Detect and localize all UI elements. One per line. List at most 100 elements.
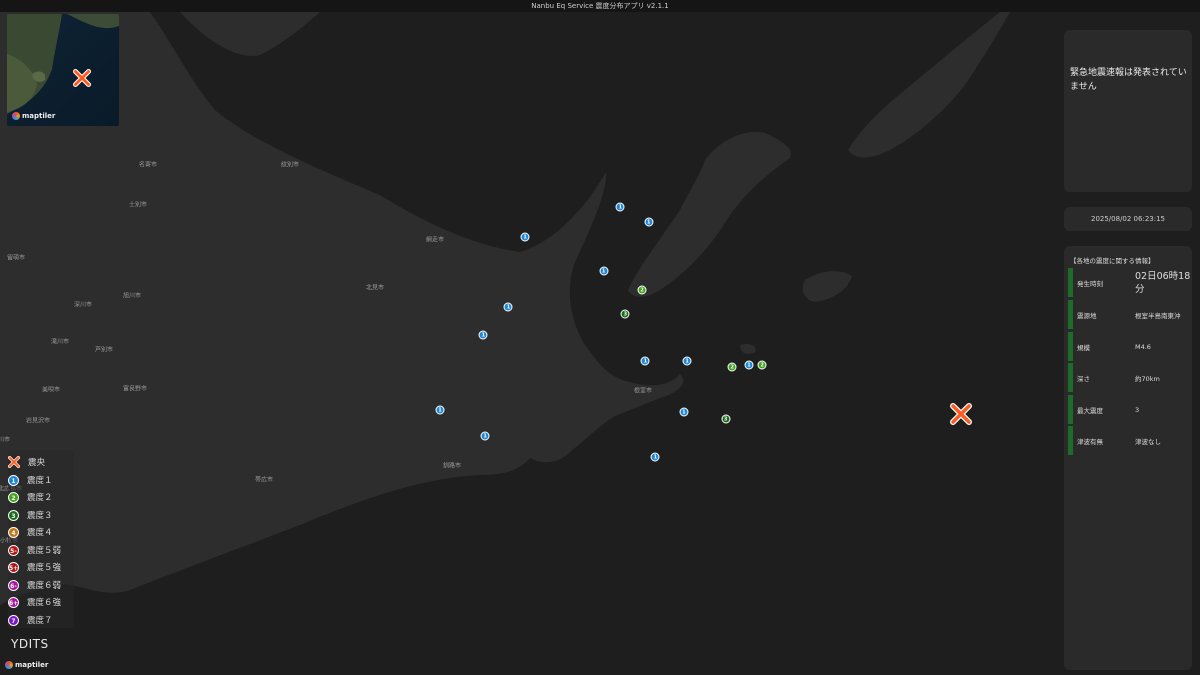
city-label: 深川市: [73, 301, 93, 309]
station-intensity-marker[interactable]: 2: [637, 285, 647, 295]
legend-item-int6p: 6+ 震度６強: [8, 595, 61, 609]
info-row-label: 規模: [1077, 343, 1090, 352]
station-intensity-marker[interactable]: 1: [503, 302, 513, 312]
city-label: 旭川市: [122, 292, 142, 300]
info-row-accent-bar: [1068, 300, 1073, 329]
city-label: 士別市: [128, 201, 148, 209]
minimap-epicenter-x-icon: [73, 69, 91, 87]
station-intensity-marker[interactable]: 1: [520, 232, 530, 242]
city-label: 岩見沢市: [25, 417, 51, 425]
station-intensity-marker[interactable]: 1: [435, 405, 445, 415]
current-datetime: 2025/08/02 06:23:15: [1090, 215, 1165, 223]
station-intensity-marker[interactable]: 1: [744, 360, 754, 370]
window-title: Nanbu Eq Service 震度分布アプリ v2.1.1: [0, 0, 1200, 12]
legend-item-int7: 7 震度７: [8, 613, 53, 627]
station-intensity-marker[interactable]: 1: [640, 356, 650, 366]
maptiler-logo-text: maptiler: [22, 112, 56, 120]
station-intensity-marker[interactable]: 1: [480, 431, 490, 441]
city-label: 滝川市: [50, 338, 70, 346]
quake-info-row: 深さ 約70km: [1068, 363, 1190, 392]
legend-item-int3: 3 震度３: [8, 508, 53, 522]
info-row-label: 震源地: [1077, 311, 1097, 320]
city-label: 釧路市: [442, 462, 462, 470]
info-row-value: 根室半島南東沖: [1135, 311, 1181, 320]
legend-item-int5m: 5- 震度５弱: [8, 543, 61, 557]
legend-intensity-badge-icon: 2: [8, 491, 19, 503]
city-label: 美唄市: [41, 386, 61, 394]
map-maptiler-logo[interactable]: maptiler: [5, 661, 48, 669]
legend-item-int2: 2 震度２: [8, 490, 53, 504]
legend-item-label: 震度６弱: [27, 581, 62, 591]
station-intensity-marker[interactable]: 2: [727, 362, 737, 372]
info-row-accent-bar: [1068, 426, 1073, 455]
legend-item-label: 震度７: [27, 616, 53, 626]
legend-intensity-badge-icon: 1: [8, 474, 19, 486]
info-row-accent-bar: [1068, 332, 1073, 361]
station-intensity-marker[interactable]: 1: [679, 407, 689, 417]
city-label: 富良野市: [122, 385, 148, 393]
station-intensity-marker[interactable]: 1: [478, 330, 488, 340]
info-row-accent-bar: [1068, 395, 1073, 424]
legend-intensity-badge-icon: 3: [8, 509, 19, 521]
info-row-accent-bar: [1068, 268, 1073, 297]
legend-intensity-badge-icon: 6-: [8, 579, 19, 591]
quake-info-row: 津波有無 津波なし: [1068, 426, 1190, 455]
legend-item-label: 震度２: [27, 493, 53, 503]
legend-item-int6m: 6- 震度６弱: [8, 578, 61, 592]
eew-panel: [1064, 30, 1192, 192]
legend-item-label: 震度６強: [27, 598, 62, 608]
legend-item-int4: 4 震度４: [8, 525, 53, 539]
city-label: 北見市: [365, 284, 385, 292]
legend-item-label: 震度１: [27, 476, 53, 486]
legend-item-label: 震度５強: [27, 563, 62, 573]
city-label: 芦別市: [94, 346, 114, 354]
info-row-value: 約70km: [1135, 374, 1160, 383]
station-intensity-marker[interactable]: 1: [682, 356, 692, 366]
legend-intensity-badge-icon: 5-: [8, 544, 19, 556]
info-row-accent-bar: [1068, 363, 1073, 392]
station-intensity-marker[interactable]: 1: [599, 266, 609, 276]
city-label: 留萌市: [6, 254, 26, 262]
station-intensity-marker[interactable]: 1: [644, 217, 654, 227]
eew-message: 緊急地震速報は発表されていません: [1070, 68, 1187, 92]
minimap-epicenter-marker: [73, 69, 91, 91]
city-label: 紋別市: [280, 161, 300, 169]
legend-item-int5p: 5+ 震度５強: [8, 560, 61, 574]
legend-item-label: 震度３: [27, 511, 53, 521]
station-intensity-marker[interactable]: 2: [757, 360, 767, 370]
station-intensity-marker[interactable]: 3: [721, 414, 731, 424]
info-row-label: 深さ: [1077, 374, 1090, 383]
overview-minimap[interactable]: maptiler: [7, 14, 119, 126]
quake-info-row: 規模 M4.6: [1068, 332, 1190, 361]
info-row-value: 津波なし: [1135, 437, 1161, 446]
maptiler-logo-icon: [12, 112, 20, 120]
station-intensity-marker[interactable]: 1: [615, 202, 625, 212]
epicenter-x-icon: [950, 403, 973, 426]
minimap-maptiler-logo[interactable]: maptiler: [12, 112, 55, 120]
legend-item-label: 震央: [28, 458, 46, 468]
brand-label: YDITS: [11, 637, 49, 651]
quake-info-row: 発生時刻 02日06時18分: [1068, 268, 1190, 297]
info-row-value: 3: [1135, 405, 1140, 414]
station-intensity-marker[interactable]: 3: [620, 309, 630, 319]
quake-info-row: 震源地 根室半島南東沖: [1068, 300, 1190, 329]
legend-intensity-badge-icon: 7: [8, 614, 19, 626]
intensity-map[interactable]: 名寄市 紋別市 士別市 網走市 留萌市 北見市 深川市 旭川市 滝川市 芦別市 美唄市 富良野市 岩見沢…: [0, 12, 1200, 675]
info-row-label: 発生時刻: [1077, 279, 1103, 288]
station-intensity-marker[interactable]: 1: [650, 452, 660, 462]
quake-info-row: 最大震度 3: [1068, 395, 1190, 424]
map-basemap: [0, 12, 1200, 675]
legend-intensity-badge-icon: 5+: [8, 561, 19, 573]
city-label: 網走市: [425, 236, 445, 244]
legend-intensity-badge-icon: 6+: [8, 596, 19, 608]
maptiler-logo-text: maptiler: [15, 661, 49, 669]
city-label: 帯広市: [254, 476, 274, 484]
legend-intensity-badge-icon: 4: [8, 526, 19, 538]
legend-item-label: 震度４: [27, 528, 53, 538]
legend-epicenter-x-icon: [8, 456, 20, 468]
epicenter-marker[interactable]: [950, 403, 973, 429]
city-label: 川市: [0, 436, 11, 444]
info-row-value: 02日06時18分: [1135, 270, 1191, 295]
info-row-label: 津波有無: [1077, 437, 1103, 446]
info-row-label: 最大震度: [1077, 406, 1103, 415]
